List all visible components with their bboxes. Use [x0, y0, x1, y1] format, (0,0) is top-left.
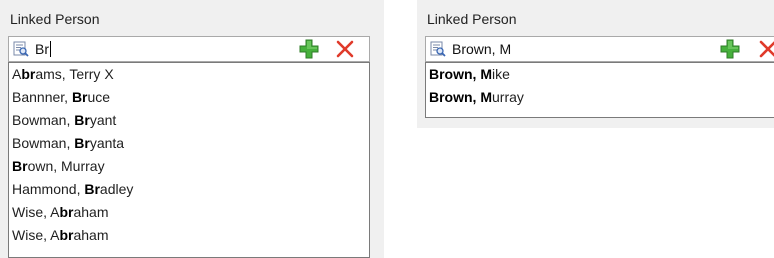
search-input[interactable]: Brown, M — [452, 41, 511, 57]
suggestion-item[interactable]: Bowman, Bryant — [9, 109, 369, 132]
linked-person-panel-left: Linked Person Br Abrams, Terry X Bannner… — [0, 0, 384, 258]
suggestion-item[interactable]: Bowman, Bryanta — [9, 132, 369, 155]
lookup-icon[interactable] — [13, 41, 29, 57]
suggestion-text: ike — [492, 66, 510, 82]
suggestion-text: ams, Terry X — [35, 66, 114, 82]
match-highlight: br — [59, 227, 74, 243]
delete-button[interactable] — [759, 40, 774, 58]
suggestion-item[interactable]: Abrams, Terry X — [9, 63, 369, 86]
linked-person-field[interactable]: Br — [8, 36, 370, 62]
suggestion-item[interactable]: Brown, Mike — [426, 63, 774, 86]
suggestion-item[interactable]: Wise, Abraham — [9, 224, 369, 247]
match-highlight: Br — [84, 181, 100, 197]
linked-person-label: Linked Person — [10, 11, 100, 27]
add-button[interactable] — [720, 39, 740, 59]
suggestion-text: urray — [492, 89, 524, 105]
add-button[interactable] — [299, 39, 319, 59]
linked-person-panel-right: Linked Person Brown, M Brown, Mike Brown… — [417, 0, 774, 258]
delete-icon — [759, 40, 774, 58]
lookup-icon[interactable] — [430, 41, 446, 57]
suggestion-list: Abrams, Terry X Bannner, Bruce Bowman, Bry… — [8, 62, 370, 258]
suggestion-text: yant — [89, 112, 117, 128]
text-caret — [50, 41, 51, 57]
delete-button[interactable] — [336, 40, 354, 58]
match-highlight: Br — [71, 89, 88, 105]
suggestion-text: aham — [73, 227, 109, 243]
suggestion-text: uce — [87, 89, 111, 105]
suggestion-item[interactable]: Brown, Murray — [426, 86, 774, 109]
suggestion-text: Hammond, — [12, 181, 85, 197]
suggestion-text: Bannner, — [12, 89, 72, 105]
suggestion-item[interactable]: Hammond, Bradley — [9, 178, 369, 201]
match-highlight: br — [59, 204, 74, 220]
suggestion-item[interactable]: Brown, Murray — [9, 155, 369, 178]
suggestion-text: Wise, A — [12, 227, 60, 243]
add-icon — [299, 39, 319, 59]
suggestion-text: A — [12, 66, 22, 82]
match-highlight: Brown, M — [429, 89, 492, 105]
suggestion-list: Brown, Mike Brown, Murray — [425, 62, 774, 118]
linked-person-field[interactable]: Brown, M — [425, 36, 774, 62]
suggestion-item[interactable]: Bannner, Bruce — [9, 86, 369, 109]
match-highlight: Br — [74, 112, 90, 128]
linked-person-label: Linked Person — [427, 11, 517, 27]
suggestion-text: own, Murray — [27, 158, 105, 174]
match-highlight: Br — [74, 135, 90, 151]
add-icon — [720, 39, 740, 59]
match-highlight: Brown, M — [429, 66, 492, 82]
search-input[interactable]: Br — [35, 41, 51, 57]
match-highlight: Br — [12, 158, 28, 174]
match-highlight: br — [21, 66, 36, 82]
delete-icon — [336, 40, 354, 58]
suggestion-text: yanta — [89, 135, 125, 151]
suggestion-text: Bowman, — [12, 112, 75, 128]
suggestion-item[interactable]: Wise, Abraham — [9, 201, 369, 224]
suggestion-text: Wise, A — [12, 204, 60, 220]
suggestion-text: aham — [73, 204, 109, 220]
suggestion-text: Bowman, — [12, 135, 75, 151]
suggestion-text: adley — [99, 181, 134, 197]
